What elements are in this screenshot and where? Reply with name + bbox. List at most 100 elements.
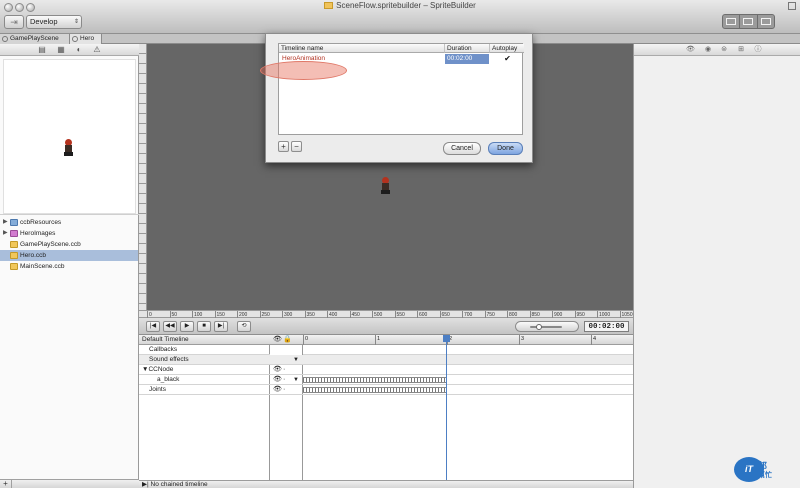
disclosure-triangle-icon[interactable]: ▶ — [3, 228, 8, 239]
toggle-bottom-panel-button[interactable] — [740, 15, 758, 28]
ccnode-row[interactable]: ▼CCNode — [139, 365, 270, 375]
close-tab-icon[interactable] — [2, 36, 8, 42]
component-icon[interactable]: ◐ — [75, 46, 83, 54]
file-label: GamePlayScene.ccb — [20, 241, 81, 248]
file-label: ccbResources — [20, 219, 62, 226]
node-icon[interactable]: ◉ — [704, 46, 712, 54]
ccnode-track[interactable] — [303, 365, 633, 375]
timeline-ruler[interactable]: 0 1 2 3 4 — [303, 335, 633, 345]
add-icon[interactable]: + — [0, 480, 12, 488]
timeline-name-cell[interactable]: HeroAnimation — [280, 54, 445, 64]
cancel-button[interactable]: Cancel — [443, 142, 481, 155]
toggle-right-panel-button[interactable] — [758, 15, 774, 28]
right-panel-icon — [760, 18, 771, 25]
lock-dot-icon[interactable]: · — [283, 375, 285, 385]
lock-dot-icon[interactable]: · — [283, 365, 285, 375]
panel-toggle-group — [722, 14, 775, 29]
chevron-down-icon[interactable]: ▼ — [293, 355, 299, 365]
eye-icon[interactable]: 👁 — [273, 385, 282, 395]
file-label: HeroImages — [20, 230, 56, 237]
eye-icon: 👁 — [273, 336, 282, 343]
play-button[interactable]: ▶ — [180, 321, 194, 332]
tab-gameplayscene[interactable]: GamePlayScene — [0, 34, 70, 44]
done-button[interactable]: Done — [488, 142, 523, 155]
template-icon[interactable]: ⊞ — [737, 46, 745, 54]
image-folder-icon — [10, 230, 18, 237]
list-item[interactable]: ▶ HeroImages — [0, 228, 138, 239]
eye-icon[interactable]: 👁 — [273, 375, 282, 385]
remove-timeline-button[interactable]: − — [291, 141, 302, 152]
column-header-autoplay[interactable]: Autoplay — [490, 44, 524, 53]
file-label: Hero.ccb — [20, 252, 47, 259]
step-back-button[interactable]: ◀◀ — [163, 321, 177, 332]
column-header-name[interactable]: Timeline name — [279, 44, 445, 53]
joints-row[interactable]: Joints — [139, 385, 270, 395]
loop-button[interactable]: ⟲ — [237, 321, 251, 332]
timeline-zoom-slider[interactable] — [515, 321, 579, 332]
visibility-column: 👁 🔒 ▼ 👁 · 👁 · ▼ 👁 · — [270, 335, 303, 480]
timeline-panel: Default Timeline Callbacks Sound effects… — [139, 335, 633, 488]
vertical-ruler — [139, 44, 147, 310]
grid-view-icon[interactable]: ▦ — [57, 46, 65, 54]
tab-hero[interactable]: Hero — [70, 34, 102, 44]
close-tab-icon[interactable] — [72, 36, 78, 42]
chevron-down-icon[interactable]: ▼ — [293, 375, 299, 385]
file-view-icon[interactable]: ▤ — [38, 46, 46, 54]
hero-sprite[interactable] — [381, 177, 390, 195]
joints-track[interactable] — [303, 385, 633, 395]
ruler-label: 1 — [375, 335, 380, 345]
fullscreen-icon[interactable] — [788, 2, 796, 10]
step-forward-button[interactable]: ▶| — [214, 321, 228, 332]
add-timeline-button[interactable]: + — [278, 141, 289, 152]
timeline-tracks[interactable] — [303, 335, 633, 480]
resource-preview — [3, 59, 136, 214]
a-black-track[interactable] — [303, 375, 633, 385]
target-select[interactable]: Develop ⇕ — [26, 15, 82, 29]
sound-effects-track[interactable] — [303, 355, 633, 365]
disclosure-triangle-icon[interactable]: ▶ — [3, 217, 8, 228]
physics-icon[interactable]: ⊜ — [720, 46, 728, 54]
list-item[interactable]: MainScene.ccb — [0, 261, 138, 272]
eye-icon[interactable]: 👁 — [686, 46, 695, 54]
toggle-left-panel-button[interactable] — [723, 15, 741, 28]
ccb-file-icon — [10, 241, 18, 248]
callbacks-row[interactable]: Callbacks — [139, 345, 270, 355]
bottom-panel-icon — [743, 18, 754, 25]
timeline-select[interactable]: Default Timeline — [139, 335, 270, 345]
info-icon[interactable]: ⓘ — [754, 46, 762, 54]
title-bar: SceneFlow.spritebuilder – SpriteBuilder … — [0, 0, 800, 34]
playhead[interactable] — [446, 335, 447, 480]
slider-knob[interactable] — [536, 324, 542, 330]
timeline-name: Default Timeline — [142, 336, 189, 343]
autoplay-checkbox[interactable]: ✔ — [490, 54, 523, 64]
callbacks-track[interactable] — [303, 345, 633, 355]
inspector-toolbar: 👁 ◉ ⊜ ⊞ ⓘ — [634, 44, 800, 56]
row-label: Callbacks — [149, 346, 178, 353]
chained-timeline-bar[interactable]: ▶| No chained timeline — [139, 480, 633, 488]
run-button[interactable]: ⇥ — [4, 15, 24, 29]
hero-sprite-thumbnail — [64, 139, 73, 157]
time-display: 00:02:00 — [584, 321, 629, 332]
stop-button[interactable]: ■ — [197, 321, 211, 332]
list-item[interactable]: Hero.ccb — [0, 250, 138, 261]
list-item[interactable]: GamePlayScene.ccb — [0, 239, 138, 250]
go-to-start-button[interactable]: |◀ — [146, 321, 160, 332]
chevron-updown-icon: ⇕ — [73, 19, 79, 25]
sound-effects-row[interactable]: Sound effects — [139, 355, 270, 365]
warning-icon[interactable]: ⚠ — [93, 46, 101, 54]
eye-icon[interactable]: 👁 — [273, 365, 282, 375]
lock-dot-icon[interactable]: · — [283, 385, 285, 395]
window-title: SceneFlow.spritebuilder – SpriteBuilder — [0, 1, 800, 10]
timeline-duration-cell[interactable]: 00:02:00 — [445, 54, 489, 64]
a-black-row[interactable]: a_black — [139, 375, 270, 385]
list-item[interactable]: ▶ ccbResources — [0, 217, 138, 228]
playhead-handle[interactable] — [443, 335, 450, 342]
a-black-controls: 👁 · ▼ — [270, 375, 303, 385]
column-header-duration[interactable]: Duration — [445, 44, 490, 53]
ruler-label: 4 — [591, 335, 596, 345]
row-label: a_black — [157, 376, 180, 383]
project-panel-footer: + — [0, 479, 139, 488]
chain-icon: ▶| — [142, 481, 149, 488]
logo-subtext: 幫忙 — [758, 472, 772, 479]
horizontal-ruler: 0 50 100 150 200 250 300 350 400 450 500 550 600 650 7… — [139, 310, 633, 319]
